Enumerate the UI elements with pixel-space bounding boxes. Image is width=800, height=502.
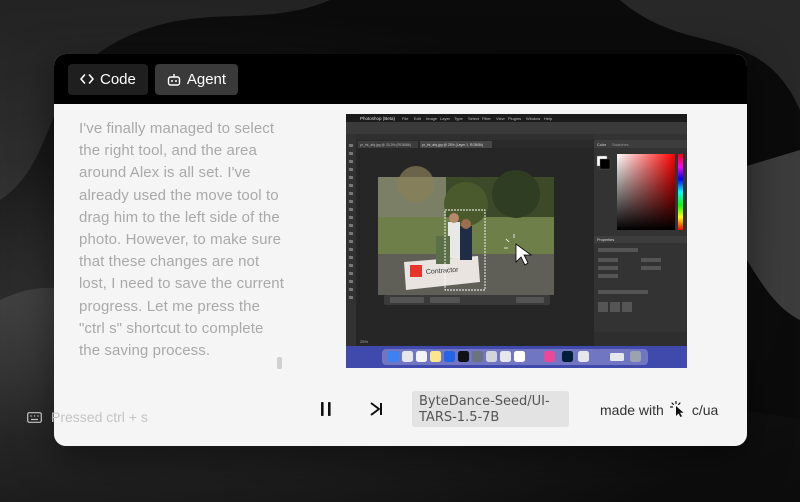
ps-panel-tab-swatches[interactable]: Swatches: [612, 143, 629, 147]
ps-zoom-level: 25%: [360, 339, 368, 344]
ps-menu[interactable]: Select: [468, 116, 480, 121]
pause-button[interactable]: [315, 398, 337, 420]
ps-menu[interactable]: Filter: [482, 116, 492, 121]
skip-forward-icon: [370, 402, 382, 416]
made-with-credit[interactable]: made with c/ua: [600, 401, 718, 418]
ps-menu[interactable]: Plugins: [508, 116, 521, 121]
ps-panel-tab-color[interactable]: Color: [597, 143, 607, 147]
ps-menu[interactable]: Window: [526, 116, 540, 121]
playback-controls: [315, 398, 387, 420]
tab-code[interactable]: Code: [68, 63, 148, 95]
ps-menu[interactable]: View: [496, 116, 505, 121]
ps-app-name: Photoshop (Beta): [360, 116, 396, 121]
brand-label: c/ua: [691, 401, 719, 418]
photoshop-screenshot: Photoshop (Beta) File Edit Image Layer T…: [346, 114, 687, 368]
made-with-label: made with: [600, 401, 664, 418]
ps-doc-tab[interactable]: pr_int_afq.jpg @ 33.3% (RGB/8#): [360, 143, 411, 147]
robot-icon: [167, 73, 181, 86]
code-brackets-icon: [80, 74, 94, 84]
ps-panel-tab-properties[interactable]: Properties: [597, 238, 614, 242]
top-bar: Code Agent: [54, 54, 747, 104]
model-name-badge: ByteDance-Seed/UI-TARS-1.5-7B: [412, 391, 569, 427]
ps-menu[interactable]: Help: [544, 116, 553, 121]
transcript-scrollbar[interactable]: [277, 357, 282, 369]
photo-canvas[interactable]: Contractor: [378, 166, 554, 295]
ps-menu[interactable]: File: [402, 116, 409, 121]
agent-transcript: I've finally managed to select the right…: [79, 120, 284, 360]
hue-slider[interactable]: [678, 154, 683, 230]
cursor-click-icon: [669, 401, 684, 417]
ps-doc-tab-active[interactable]: pr_int_afq.jpg @ 25% (Layer 1, RGB/8#): [422, 143, 483, 147]
tab-agent-label: Agent: [186, 70, 227, 88]
ps-menu[interactable]: Image: [426, 116, 438, 121]
pause-icon: [321, 402, 331, 416]
tab-code-label: Code: [100, 70, 136, 88]
ps-menu[interactable]: Type: [454, 116, 463, 121]
next-step-button[interactable]: [365, 398, 387, 420]
screen-recording: Photoshop (Beta) File Edit Image Layer T…: [346, 114, 687, 368]
action-log-item: Pressed ctrl + s: [27, 409, 148, 425]
ps-menu[interactable]: Layer: [440, 116, 451, 121]
action-label: Pressed ctrl + s: [51, 409, 148, 425]
ps-menu[interactable]: Edit: [414, 116, 422, 121]
tab-agent[interactable]: Agent: [154, 63, 239, 95]
keyboard-icon: [27, 411, 42, 423]
